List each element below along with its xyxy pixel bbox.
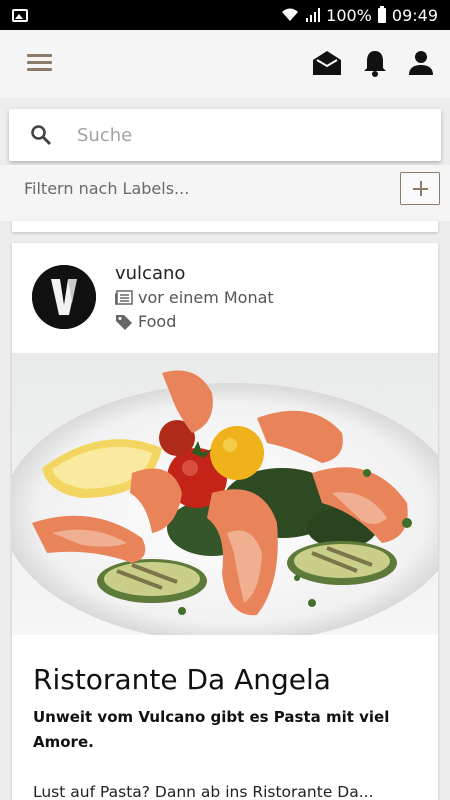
post-title[interactable]: Ristorante Da Angela xyxy=(33,663,331,696)
clock: 09:49 xyxy=(391,5,438,25)
previous-card-edge xyxy=(12,221,438,232)
search-icon[interactable] xyxy=(29,123,53,147)
post-tag[interactable]: Food xyxy=(138,312,176,331)
post-image[interactable] xyxy=(12,353,438,635)
filter-input[interactable]: Filtern nach Labels... xyxy=(24,179,189,198)
post-card[interactable]: vulcano vor einem Monat Food Ristorante … xyxy=(12,243,438,800)
post-excerpt: Lust auf Pasta? Dann ab ins Ristorante D… xyxy=(33,783,374,800)
battery-icon xyxy=(377,5,386,23)
bell-icon[interactable] xyxy=(360,48,390,78)
search-input[interactable] xyxy=(77,119,417,151)
label-filter: Filtern nach Labels... xyxy=(0,165,450,221)
post-time: vor einem Monat xyxy=(138,288,274,307)
post-tag-row: Food xyxy=(115,312,176,331)
add-label-button[interactable] xyxy=(400,172,440,205)
avatar[interactable] xyxy=(32,265,96,329)
battery-level: 100% xyxy=(326,5,372,25)
post-time-row: vor einem Monat xyxy=(115,288,274,307)
person-icon[interactable] xyxy=(406,48,436,78)
tag-icon xyxy=(116,314,132,330)
status-bar: 100% 09:49 xyxy=(0,0,450,30)
app-bar xyxy=(0,30,450,98)
menu-icon[interactable] xyxy=(27,54,52,74)
newspaper-icon xyxy=(115,289,133,305)
post-subtitle: Unweit vom Vulcano gibt es Pasta mit vie… xyxy=(33,708,390,751)
search-bar xyxy=(9,109,441,161)
vulcano-logo-icon xyxy=(32,265,96,329)
post-author[interactable]: vulcano xyxy=(115,263,185,284)
inbox-icon[interactable] xyxy=(312,48,342,78)
wifi-icon xyxy=(282,8,299,21)
signal-icon xyxy=(306,8,321,22)
gallery-icon xyxy=(12,8,28,22)
